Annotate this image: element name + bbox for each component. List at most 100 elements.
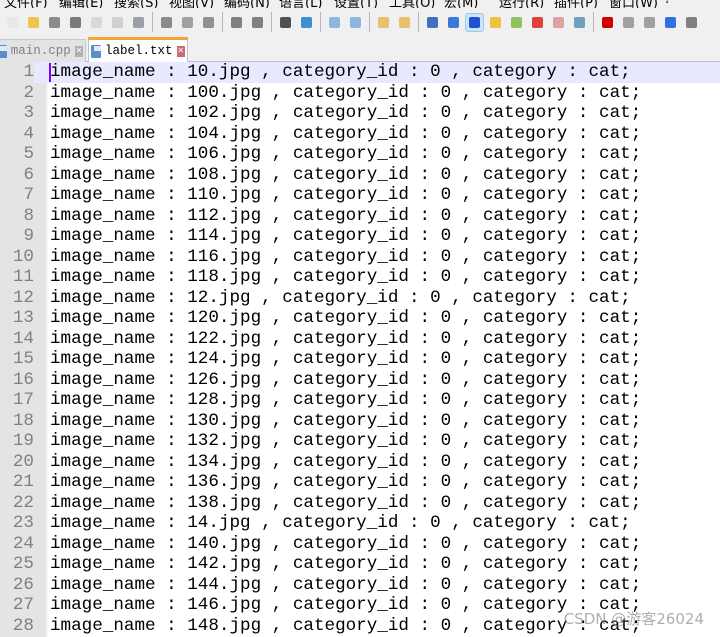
save-all-icon[interactable] bbox=[67, 14, 84, 31]
editor-line[interactable]: 3 image_name : 102.jpg , category_id : 0 … bbox=[0, 103, 720, 124]
tab-label-txt[interactable]: label.txt ✕ bbox=[88, 37, 188, 62]
redo-icon[interactable] bbox=[249, 14, 266, 31]
text-editor[interactable]: 1 image_name : 10.jpg , category_id : 0 ,… bbox=[0, 62, 720, 637]
monitoring-icon[interactable] bbox=[571, 14, 588, 31]
doc-map-icon[interactable] bbox=[487, 14, 504, 31]
toolbar-separator bbox=[369, 12, 370, 32]
editor-line[interactable]: 4 image_name : 104.jpg , category_id : 0 … bbox=[0, 123, 720, 144]
record-macro-icon[interactable] bbox=[599, 14, 616, 31]
menu-item[interactable]: 视图(V) bbox=[165, 0, 220, 11]
line-text: image_name : 130.jpg , category_id : 0 ,… bbox=[50, 410, 642, 431]
editor-line[interactable]: 24 image_name : 140.jpg , category_id : 0… bbox=[0, 533, 720, 554]
editor-line[interactable]: 2 image_name : 100.jpg , category_id : 0 … bbox=[0, 82, 720, 103]
editor-line[interactable]: 9 image_name : 114.jpg , category_id : 0 … bbox=[0, 226, 720, 247]
editor-line[interactable]: 21 image_name : 136.jpg , category_id : 0… bbox=[0, 472, 720, 493]
undo-icon[interactable] bbox=[228, 14, 245, 31]
tab-bar: main.cpp ✕ label.txt ✕ bbox=[0, 36, 720, 62]
menu-item[interactable]: 插件(P) bbox=[550, 0, 605, 11]
close-all-icon[interactable] bbox=[109, 14, 126, 31]
close-icon[interactable] bbox=[88, 14, 105, 31]
save-macro-icon[interactable] bbox=[683, 14, 700, 31]
line-number: 8 bbox=[0, 205, 34, 226]
editor-line[interactable]: 26 image_name : 144.jpg , category_id : 0… bbox=[0, 574, 720, 595]
zoom-in-icon[interactable] bbox=[326, 14, 343, 31]
stop-macro-icon[interactable] bbox=[620, 14, 637, 31]
folder-workspace-icon[interactable] bbox=[529, 14, 546, 31]
menu-item[interactable]: 编码(N) bbox=[220, 0, 275, 11]
menu-bar: 文件(F) 编辑(E) 搜索(S) 视图(V) 编码(N) 语言(L) 设置(T) 工具(O)… bbox=[0, 0, 720, 11]
editor-line[interactable]: 1 image_name : 10.jpg , category_id : 0 ,… bbox=[0, 62, 720, 83]
line-text: image_name : 104.jpg , category_id : 0 ,… bbox=[50, 123, 642, 144]
editor-line[interactable]: 12 image_name : 12.jpg , category_id : 0 … bbox=[0, 287, 720, 308]
show-all-chars-icon[interactable] bbox=[445, 14, 462, 31]
close-tab-icon[interactable]: ✕ bbox=[176, 45, 185, 57]
line-text: image_name : 100.jpg , category_id : 0 ,… bbox=[50, 82, 642, 103]
editor-line[interactable]: 25 image_name : 142.jpg , category_id : 0… bbox=[0, 554, 720, 575]
copy-icon[interactable] bbox=[179, 14, 196, 31]
save-icon bbox=[91, 44, 102, 58]
play-macro-icon[interactable] bbox=[641, 14, 658, 31]
editor-line[interactable]: 13 image_name : 120.jpg , category_id : 0… bbox=[0, 308, 720, 329]
editor-line[interactable]: 10 image_name : 116.jpg , category_id : 0… bbox=[0, 246, 720, 267]
editor-line[interactable]: 18 image_name : 130.jpg , category_id : 0… bbox=[0, 410, 720, 431]
line-text: image_name : 126.jpg , category_id : 0 ,… bbox=[50, 369, 642, 390]
menu-item[interactable]: 语言(L) bbox=[275, 0, 330, 11]
editor-line[interactable]: 8 image_name : 112.jpg , category_id : 0 … bbox=[0, 205, 720, 226]
menu-item[interactable]: ? bbox=[660, 0, 715, 8]
line-number: 6 bbox=[0, 164, 34, 185]
line-text: image_name : 10.jpg , category_id : 0 , … bbox=[50, 62, 631, 82]
editor-line[interactable]: 11 image_name : 118.jpg , category_id : 0… bbox=[0, 267, 720, 288]
run-macro-multiple-icon[interactable] bbox=[662, 14, 679, 31]
editor-line[interactable]: 19 image_name : 132.jpg , category_id : 0… bbox=[0, 431, 720, 452]
menu-item[interactable]: 运行(R) bbox=[495, 0, 550, 11]
menu-item[interactable]: 窗口(W) bbox=[605, 0, 660, 11]
menu-item[interactable]: 搜索(S) bbox=[110, 0, 165, 11]
line-number: 19 bbox=[0, 431, 34, 452]
line-number: 25 bbox=[0, 554, 34, 575]
editor-line[interactable]: 17 image_name : 128.jpg , category_id : 0… bbox=[0, 390, 720, 411]
line-number: 23 bbox=[0, 513, 34, 534]
sync-horizontal-icon[interactable] bbox=[396, 14, 413, 31]
menu-item[interactable]: 文件(F) bbox=[0, 0, 55, 11]
line-number: 15 bbox=[0, 349, 34, 370]
find-icon[interactable] bbox=[277, 14, 294, 31]
tab-main-cpp[interactable]: main.cpp ✕ bbox=[0, 39, 86, 62]
cut-icon[interactable] bbox=[158, 14, 175, 31]
editor-line[interactable]: 7 image_name : 110.jpg , category_id : 0 … bbox=[0, 185, 720, 206]
editor-line[interactable]: 16 image_name : 126.jpg , category_id : 0… bbox=[0, 369, 720, 390]
menu-item[interactable]: 编辑(E) bbox=[55, 0, 110, 11]
editor-line[interactable]: 6 image_name : 108.jpg , category_id : 0 … bbox=[0, 164, 720, 185]
line-number: 11 bbox=[0, 267, 34, 288]
menu-item[interactable]: 设置(T) bbox=[330, 0, 385, 11]
document-list-icon[interactable] bbox=[550, 14, 567, 31]
line-text: image_name : 12.jpg , category_id : 0 , … bbox=[50, 287, 631, 308]
editor-line[interactable]: 20 image_name : 134.jpg , category_id : 0… bbox=[0, 451, 720, 472]
editor-line[interactable]: 22 image_name : 138.jpg , category_id : 0… bbox=[0, 492, 720, 513]
print-icon[interactable] bbox=[130, 14, 147, 31]
open-file-icon[interactable] bbox=[25, 14, 42, 31]
function-list-icon[interactable] bbox=[508, 14, 525, 31]
close-tab-icon[interactable]: ✕ bbox=[74, 45, 83, 57]
word-wrap-icon[interactable] bbox=[424, 14, 441, 31]
editor-line[interactable]: 5 image_name : 106.jpg , category_id : 0 … bbox=[0, 144, 720, 165]
replace-icon[interactable] bbox=[298, 14, 315, 31]
line-number: 10 bbox=[0, 246, 34, 267]
line-number: 26 bbox=[0, 574, 34, 595]
editor-line[interactable]: 15 image_name : 124.jpg , category_id : 0… bbox=[0, 349, 720, 370]
line-number: 3 bbox=[0, 103, 34, 124]
sync-vertical-icon[interactable] bbox=[375, 14, 392, 31]
line-number: 16 bbox=[0, 369, 34, 390]
line-text: image_name : 120.jpg , category_id : 0 ,… bbox=[50, 308, 642, 328]
line-text: image_name : 102.jpg , category_id : 0 ,… bbox=[50, 103, 642, 123]
menu-item[interactable]: 宏(M) bbox=[440, 0, 495, 11]
new-file-icon[interactable] bbox=[4, 14, 21, 31]
editor-line[interactable]: 23 image_name : 14.jpg , category_id : 0 … bbox=[0, 513, 720, 534]
save-icon[interactable] bbox=[46, 14, 63, 31]
zoom-out-icon[interactable] bbox=[347, 14, 364, 31]
indent-guide-icon[interactable] bbox=[465, 12, 484, 32]
menu-item[interactable]: 工具(O) bbox=[385, 0, 440, 11]
line-number: 1 bbox=[0, 62, 34, 83]
paste-icon[interactable] bbox=[200, 14, 217, 31]
editor-line[interactable]: 14 image_name : 122.jpg , category_id : 0… bbox=[0, 328, 720, 349]
line-number: 4 bbox=[0, 123, 34, 144]
